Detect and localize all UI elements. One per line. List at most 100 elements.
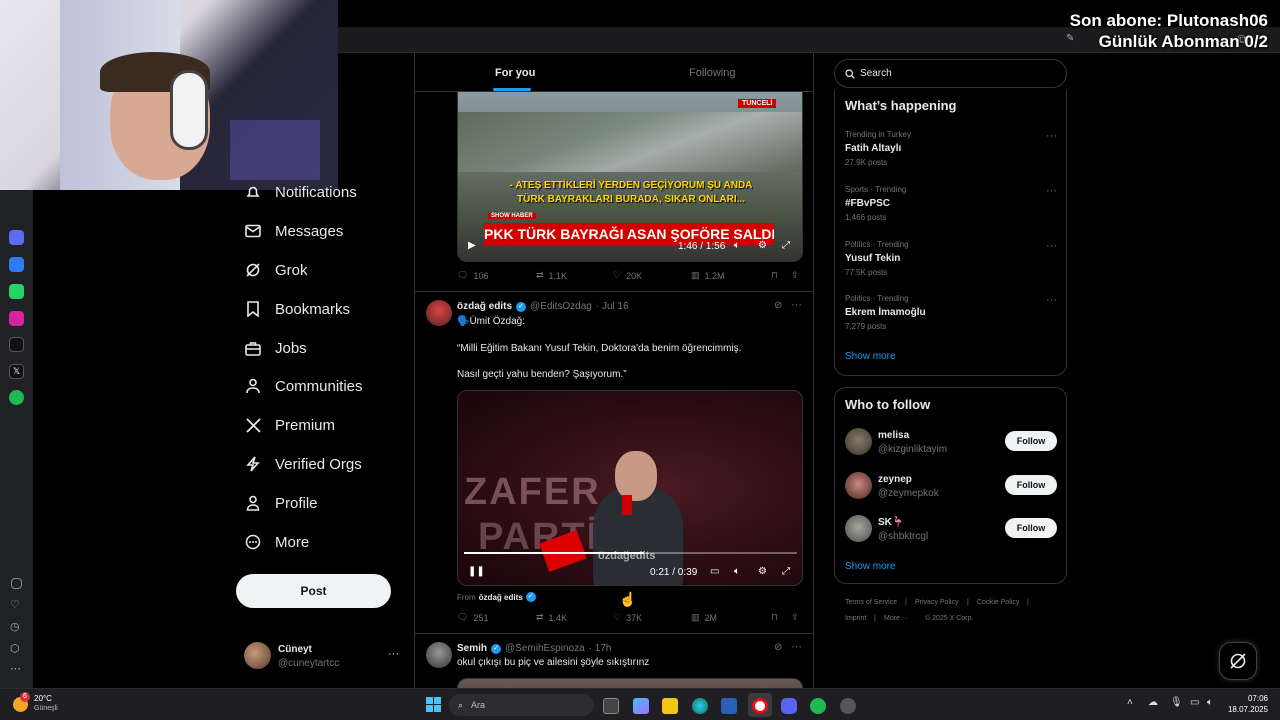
avatar[interactable] [426,300,452,326]
volume-icon[interactable]: 🔈︎ [734,566,740,577]
trend-item[interactable]: Politics · Trending Yusuf Tekin 77.5K post… [845,240,1057,277]
from-name[interactable]: özdağ edits [479,593,523,602]
start-button[interactable] [426,697,441,712]
reply-button[interactable]: 🗨︎ 106 [457,270,488,281]
follow-button[interactable]: Follow [1005,475,1057,495]
nav-premium[interactable]: Premium [244,410,335,440]
chevron-up-icon[interactable]: ˄ [1127,697,1133,708]
trend-item[interactable]: Trending in Turkey Fatih Altaylı 27.9K pos… [845,130,1057,167]
video-player[interactable]: ZAFER PARTİS özdağedits ❚❚ 0:21 / 0:39 ▭… [457,390,803,586]
more-options-icon[interactable]: ··· [1046,130,1057,142]
tweet-media[interactable] [457,678,803,688]
tweet-date[interactable]: · 17h [589,643,612,654]
video-progress-bar[interactable] [464,552,797,554]
x-icon[interactable]: 𝕏 [9,364,24,379]
repost-button[interactable]: ⇄ 1.1K [536,270,567,281]
views-button[interactable]: ▥ 1.2M [691,270,725,281]
volume-icon[interactable]: 🔈︎ [1207,697,1213,708]
tab-following[interactable]: Following [689,67,735,79]
footer-more[interactable]: More ··· [884,615,909,622]
nav-communities[interactable]: Communities [244,371,363,401]
whatsapp-icon[interactable] [9,284,24,299]
nav-more[interactable]: More [244,527,309,557]
account-switcher[interactable]: Cüneyt @cuneytartcc ··· [244,642,404,674]
nav-notifications[interactable]: Notifications [244,177,357,207]
fullscreen-icon[interactable]: ⤢ [782,240,790,251]
discord-icon[interactable] [781,698,797,714]
video-player[interactable]: TUNCELİ - ATEŞ ETTİKLERİ YERDEN GEÇİYORU… [457,92,803,262]
grok-icon[interactable]: ⊘ [774,642,782,653]
share-icon[interactable]: ⇪ [791,270,799,281]
bookmark-button[interactable]: ⊓ [771,612,778,623]
grok-icon[interactable]: ⊘ [774,300,782,311]
search-input[interactable]: Search [834,59,1067,88]
post-button[interactable]: Post [236,574,391,608]
more-options-icon[interactable]: ··· [791,299,802,311]
opera-icon[interactable] [752,698,768,714]
author-name[interactable]: özdağ edits [457,301,512,312]
tweet-date[interactable]: · Jul 16 [596,301,629,312]
spotify-icon[interactable] [810,698,826,714]
nav-messages[interactable]: Messages [244,216,343,246]
taskbar-search[interactable]: ⌕ Ara [449,694,594,716]
spotify-icon[interactable] [9,390,24,405]
app-icon[interactable] [840,698,856,714]
more-options-icon[interactable]: ··· [1046,185,1057,197]
more-options-icon[interactable]: ··· [1046,240,1057,252]
captions-icon[interactable]: ▭ [710,566,719,577]
grok-chat-button[interactable] [1219,642,1257,680]
author-handle[interactable]: @EditsOzdag [530,301,592,312]
network-icon[interactable]: ▭ [1190,697,1199,708]
more-icon[interactable]: ⋯ [10,662,21,675]
heart-icon[interactable]: ♡ [10,598,20,611]
footer-terms[interactable]: Terms of Service [845,599,897,606]
box-icon[interactable]: ⬡ [10,642,20,655]
more-options-icon[interactable]: ··· [791,641,802,653]
pause-icon[interactable]: ❚❚ [468,566,485,577]
nav-grok[interactable]: Grok [244,255,308,285]
app-icon[interactable] [9,230,24,245]
follow-suggestion[interactable]: melisa @kizginliktayim Follow [845,428,1057,458]
trend-item[interactable]: Sports · Trending #FBvPSC 1,466 posts ··· [845,185,1057,222]
views-button[interactable]: ▥ 2M [691,612,717,623]
trend-item[interactable]: Politics · Trending Ekrem İmamoğlu 7,279 p… [845,294,1057,331]
share-icon[interactable]: ⇪ [791,612,799,623]
weather-desc[interactable]: Güneşli [34,705,58,712]
apps-grid-icon[interactable] [11,578,22,589]
fullscreen-icon[interactable]: ⤢ [782,566,790,577]
follow-suggestion[interactable]: SK🦩 @shbktrcgl Follow [845,515,1057,545]
follow-suggestion[interactable]: zeynep @zeymepkok Follow [845,472,1057,502]
settings-icon[interactable]: ⚙ [758,240,767,251]
store-icon[interactable] [721,698,737,714]
tiktok-icon[interactable] [9,337,24,352]
task-view-icon[interactable] [603,698,619,714]
like-button[interactable]: ♡ 20K [613,270,642,281]
copilot-icon[interactable] [633,698,649,714]
play-icon[interactable]: ▶ [468,240,476,251]
author-handle[interactable]: @SemihEspinoza [505,643,585,654]
like-button[interactable]: ♡ 37K [613,612,642,623]
reply-button[interactable]: 🗨︎ 251 [457,612,488,623]
tab-for-you[interactable]: For you [495,67,535,79]
bookmark-button[interactable]: ⊓ [771,270,778,281]
author-name[interactable]: Semih [457,643,487,654]
clock-date[interactable]: 18.07.2025 [1222,705,1268,714]
instagram-icon[interactable] [9,311,24,326]
show-more-link[interactable]: Show more [845,561,896,572]
weather-temp[interactable]: 20°C [34,694,52,703]
clock-time[interactable]: 07:06 [1228,694,1268,703]
footer-imprint[interactable]: Imprint [845,615,866,622]
nav-verified-orgs[interactable]: Verified Orgs [244,449,362,479]
messenger-icon[interactable] [9,257,24,272]
microphone-icon[interactable]: 🎙︎ [1170,697,1183,708]
avatar[interactable] [426,642,452,668]
repost-button[interactable]: ⇄ 1.4K [536,612,567,623]
nav-profile[interactable]: Profile [244,488,318,518]
follow-button[interactable]: Follow [1005,518,1057,538]
nav-bookmarks[interactable]: Bookmarks [244,294,350,324]
edge-icon[interactable] [692,698,708,714]
settings-icon[interactable]: ⚙ [758,566,767,577]
follow-button[interactable]: Follow [1005,431,1057,451]
more-options-icon[interactable]: ··· [1046,294,1057,306]
volume-icon[interactable]: 🔈︎ [734,240,740,251]
